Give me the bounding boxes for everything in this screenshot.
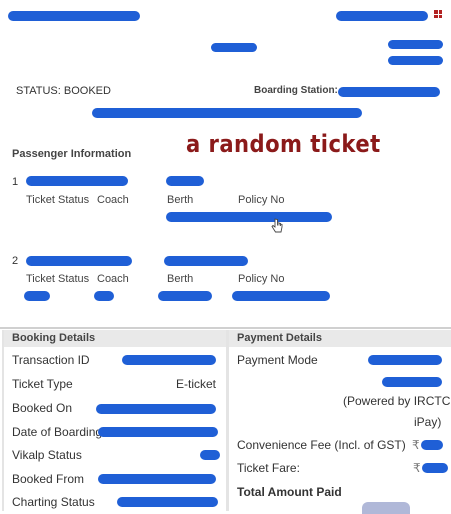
- hand-cursor-icon: [271, 218, 283, 233]
- booking-status: STATUS: BOOKED: [16, 85, 111, 97]
- redacted-payment-mode: [368, 355, 442, 365]
- redacted-ticket-fare: [422, 463, 448, 473]
- redacted-boarding-date: [98, 427, 218, 437]
- redacted-passenger-age: [164, 256, 248, 266]
- berth-label: Berth: [167, 273, 194, 285]
- booked-on-label: Booked On: [12, 401, 73, 415]
- passenger-info-title: Passenger Information: [12, 148, 132, 160]
- policy-no-label: Policy No: [238, 273, 285, 285]
- redacted-coach: [94, 291, 114, 301]
- redacted-booked-on: [96, 404, 216, 414]
- rupee-symbol: ₹: [413, 461, 421, 475]
- date-of-boarding-label: Date of Boarding: [12, 425, 103, 439]
- redacted-passenger-name: [26, 176, 128, 186]
- powered-by-text: (Powered by IRCTC: [343, 394, 451, 408]
- convenience-fee-label: Convenience Fee (Incl. of GST): [237, 438, 406, 452]
- redacted-berth-policy: [166, 212, 332, 222]
- redacted-berth: [158, 291, 212, 301]
- redacted-payment-method: [382, 377, 442, 387]
- passenger-index: 2: [12, 255, 19, 267]
- charting-status-label: Charting Status: [12, 495, 95, 509]
- redacted-passenger-name: [26, 256, 132, 266]
- passenger-index: 1: [12, 176, 19, 188]
- ticket-status-label: Ticket Status: [26, 194, 90, 206]
- redacted-pnr: [336, 11, 428, 21]
- redacted-booked-from: [98, 474, 216, 484]
- redacted-boarding-station: [338, 87, 440, 97]
- panels-top-border: [0, 327, 451, 329]
- ticket-fare-label: Ticket Fare:: [237, 461, 300, 475]
- redacted-quota-class: [92, 108, 362, 118]
- rupee-symbol: ₹: [412, 438, 420, 452]
- payment-mode-label: Payment Mode: [237, 353, 318, 367]
- coach-label: Coach: [97, 273, 129, 285]
- redacted-ticket-status: [24, 291, 50, 301]
- panel-left-border: [2, 330, 4, 511]
- ipay-text: iPay): [414, 415, 442, 429]
- total-amount-label: Total Amount Paid: [237, 485, 342, 499]
- panel-divider: [226, 330, 229, 511]
- grid-icon[interactable]: [434, 10, 442, 18]
- booking-details-header: Booking Details: [4, 330, 226, 347]
- vikalp-status-label: Vikalp Status: [12, 448, 82, 462]
- policy-no-label: Policy No: [238, 194, 285, 206]
- coach-label: Coach: [97, 194, 129, 206]
- ticket-type-label: Ticket Type: [12, 377, 73, 391]
- redacted-passenger-age: [166, 176, 204, 186]
- ticket-type-value: E-ticket: [176, 377, 217, 391]
- booked-from-label: Booked From: [12, 472, 85, 486]
- redacted-arrival: [388, 56, 443, 65]
- ticket-status-label: Ticket Status: [26, 273, 90, 285]
- redacted-train-name: [8, 11, 140, 21]
- annotation-text: a random ticket: [186, 130, 381, 158]
- redacted-charting-status: [117, 497, 218, 507]
- redacted-convenience-fee: [421, 440, 443, 450]
- transaction-id-label: Transaction ID: [12, 353, 90, 367]
- redacted-to-station: [388, 40, 443, 49]
- partial-stamp: [362, 502, 410, 514]
- redacted-policy-no: [232, 291, 330, 301]
- redacted-transaction-id: [122, 355, 216, 365]
- redacted-from-station: [211, 43, 257, 52]
- boarding-station-label: Boarding Station:: [254, 85, 338, 96]
- payment-details-header: Payment Details: [229, 330, 451, 347]
- berth-label: Berth: [167, 194, 194, 206]
- redacted-vikalp-status: [200, 450, 220, 460]
